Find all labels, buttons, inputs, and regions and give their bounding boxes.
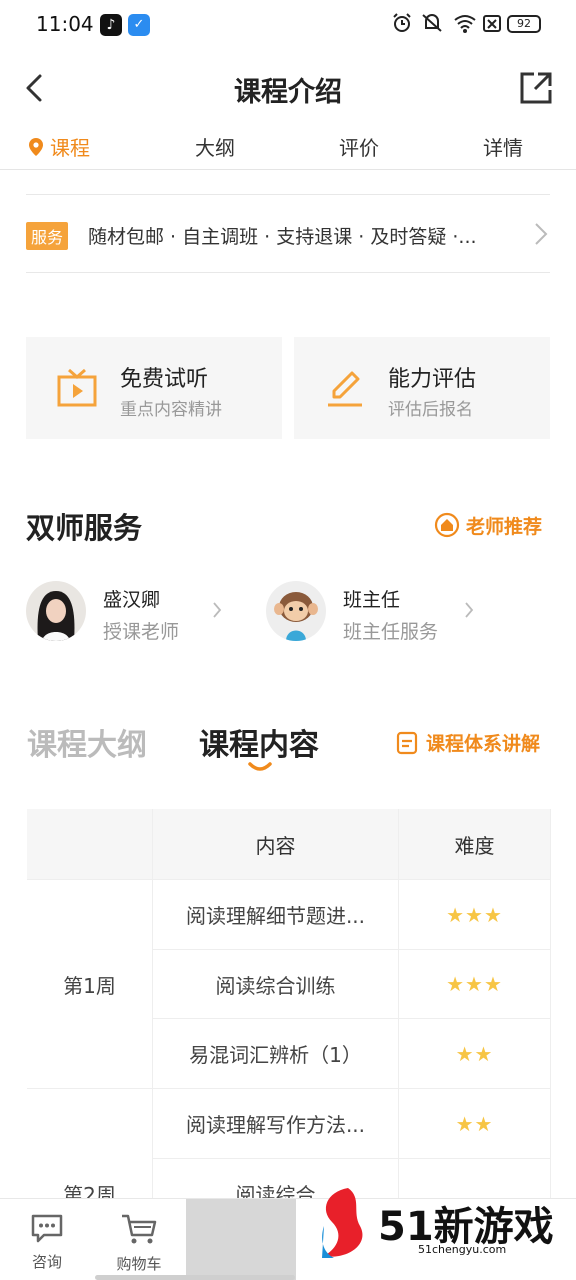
tiktok-icon: ♪ [100,14,122,36]
cart-icon [122,1214,157,1244]
table-header-content: 内容 [153,809,399,880]
card-subtitle: 重点内容精讲 [120,400,222,420]
pencil-icon [328,371,362,407]
app-notification-icon: ✓ [128,14,150,36]
card-title: 免费试听 [120,367,209,392]
divider [26,272,550,273]
ability-assessment-card[interactable]: 能力评估 评估后报名 [294,337,550,439]
active-tab-indicator [248,762,272,771]
course-system-explain-link[interactable]: 课程体系讲解 [396,729,540,756]
table-header-difficulty: 难度 [399,809,551,880]
section-tabs: 课程 大纲 评价 详情 [0,124,576,170]
share-icon[interactable] [518,70,554,106]
service-text: 随材包邮 · 自主调班 · 支持退课 · 及时答疑 ·... [88,226,477,248]
chevron-right-icon [213,602,222,618]
service-row[interactable]: 服务 随材包邮 · 自主调班 · 支持退课 · 及时答疑 ·... [26,216,550,252]
status-bar: 11:04 ♪ ✓ 92 [0,0,576,52]
chevron-right-icon [465,602,474,618]
home-circle-icon [434,512,460,538]
page-title: 课程介绍 [234,77,342,108]
content-cell[interactable]: 阅读综合训练 [153,950,399,1019]
header: 课程介绍 [0,52,576,124]
mute-icon [422,14,442,32]
tv-play-icon [57,368,97,407]
difficulty-cell: ★★★ [399,950,551,1019]
content-cell[interactable]: 阅读理解写作方法... [153,1089,399,1159]
teacher-role: 授课老师 [103,621,180,643]
tab-outline[interactable]: 大纲 [195,132,235,161]
tab-details[interactable]: 详情 [483,132,523,161]
difficulty-stars: ★★★ [446,972,503,996]
difficulty-cell: ★★ [399,1089,551,1159]
difficulty-cell: ★★★ [399,880,551,950]
explain-label: 课程体系讲解 [426,733,541,755]
tab-course-outline[interactable]: 课程大纲 [27,720,147,764]
action-button[interactable] [186,1199,296,1280]
divider [26,194,550,195]
consult-label: 咨询 [31,1253,62,1271]
dual-teacher-title: 双师服务 [26,511,143,545]
tab-course-content[interactable]: 课程内容 [199,720,319,764]
class-teacher-name: 班主任 [343,589,401,611]
week-cell: 第1周 [27,880,153,1089]
avatar [266,581,326,641]
recommend-label: 老师推荐 [466,516,543,538]
table-header-empty [27,809,153,880]
watermark: 51新游戏 51chengyu.com [318,1186,576,1280]
location-pin-icon [29,138,43,156]
difficulty-stars: ★★ [455,1111,494,1136]
avatar [26,581,86,641]
tab-course[interactable]: 课程 [28,132,90,161]
tab-course-label: 课程 [50,136,90,160]
cart-label: 购物车 [116,1255,162,1273]
card-subtitle: 评估后报名 [388,400,473,420]
alarm-icon [393,13,411,32]
home-indicator [95,1275,295,1280]
service-badge: 服务 [26,222,69,250]
free-trial-card[interactable]: 免费试听 重点内容精讲 [26,337,282,439]
teacher-card[interactable]: 盛汉卿 授课老师 [26,581,256,645]
difficulty-stars: ★★ [455,1041,494,1066]
difficulty-cell: ★★ [399,1019,551,1089]
class-teacher-role: 班主任服务 [343,621,439,643]
class-teacher-card[interactable]: 班主任 班主任服务 [266,581,496,645]
tab-reviews[interactable]: 评价 [339,132,379,161]
chat-icon [31,1214,63,1243]
consult-button[interactable]: 咨询 [12,1213,82,1272]
watermark-url: 51chengyu.com [418,1243,507,1256]
sim-off-icon [483,15,501,32]
content-cell[interactable]: 易混词汇辨析（1） [153,1019,399,1089]
chevron-right-icon [535,223,548,245]
watermark-logo [322,1188,363,1258]
content-cell[interactable]: 阅读理解细节题进... [153,880,399,950]
wifi-icon [454,15,476,33]
teacher-recommend-link[interactable]: 老师推荐 [434,512,542,539]
status-time: 11:04 [36,12,94,36]
cart-button[interactable]: 购物车 [104,1213,174,1274]
document-icon [396,731,418,755]
battery-indicator: 92 [507,15,541,33]
card-title: 能力评估 [388,367,477,392]
teacher-name: 盛汉卿 [103,589,161,611]
difficulty-stars: ★★★ [446,902,503,927]
